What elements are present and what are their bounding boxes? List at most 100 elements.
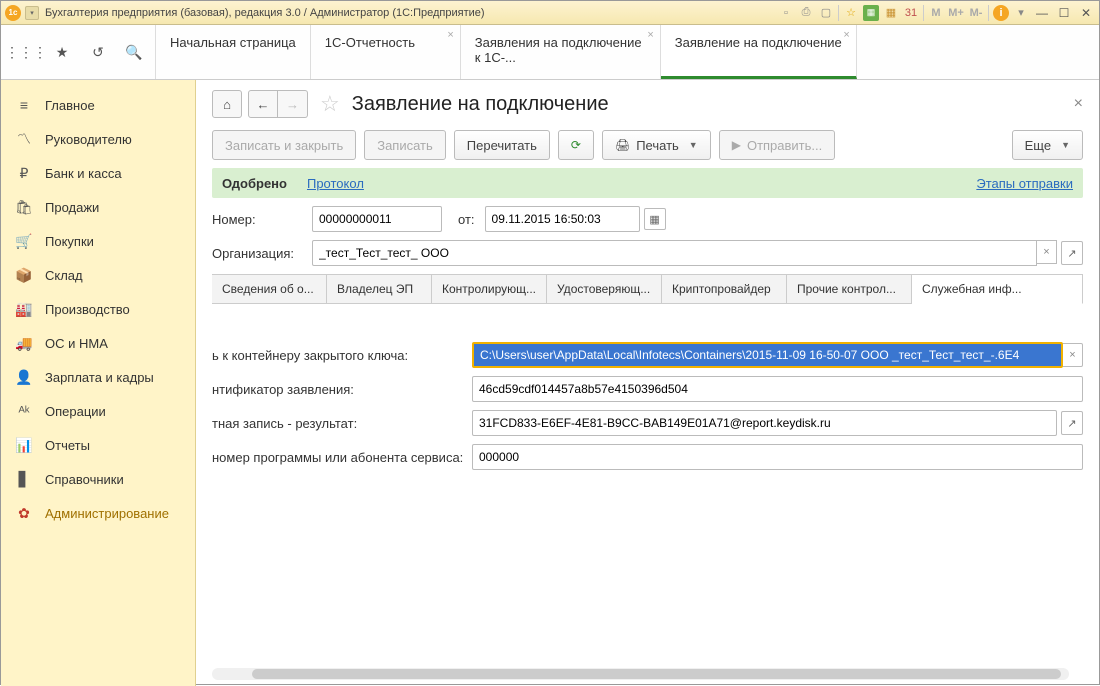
itab-owner[interactable]: Владелец ЭП [327, 275, 432, 303]
open-ref-icon[interactable]: ↗ [1061, 241, 1083, 265]
tab-label: 1С-Отчетность [325, 35, 415, 50]
tab-close-icon[interactable]: × [447, 29, 453, 41]
sidebar-item-warehouse[interactable]: 📦Склад [1, 258, 195, 292]
itab-label: Прочие контрол... [797, 282, 896, 296]
key-container-label: ь к контейнеру закрытого ключа: [212, 348, 472, 363]
prog-num-input[interactable] [472, 444, 1083, 470]
account-input[interactable] [472, 410, 1057, 436]
back-button[interactable]: ← [248, 90, 278, 118]
clear-icon[interactable]: × [1063, 343, 1083, 367]
sidebar-item-catalogs[interactable]: ▋Справочники [1, 462, 195, 496]
sidebar-label: Администрирование [45, 506, 169, 521]
tb-print-icon[interactable]: ⎙ [798, 5, 814, 21]
home-button[interactable]: ⌂ [212, 90, 242, 118]
forward-button[interactable]: → [278, 90, 308, 118]
tab-close-icon[interactable]: × [843, 29, 849, 41]
send-stages-link[interactable]: Этапы отправки [976, 176, 1073, 191]
sidebar-label: Продажи [45, 200, 99, 215]
window-maximize[interactable]: ☐ [1055, 6, 1073, 20]
sidebar-item-sales[interactable]: 🛍Продажи [1, 190, 195, 224]
scrollbar-thumb[interactable] [252, 669, 1061, 679]
window-minimize[interactable]: — [1033, 6, 1051, 20]
key-container-input[interactable] [472, 342, 1063, 368]
sidebar-item-admin[interactable]: ✿Администрирование [1, 496, 195, 530]
itab-other[interactable]: Прочие контрол... [787, 275, 912, 303]
from-label: от: [458, 212, 475, 227]
itab-cert[interactable]: Удостоверяющ... [547, 275, 662, 303]
sidebar-label: Руководителю [45, 132, 132, 147]
refresh-icon-button[interactable]: ⟳ [558, 130, 594, 160]
tb-memory-mminus[interactable]: M- [968, 5, 984, 21]
sidebar-label: Отчеты [45, 438, 90, 453]
quickbar: ⋮⋮⋮ ★ ↺ 🔍 [1, 25, 156, 79]
history-icon[interactable]: ↺ [89, 43, 107, 61]
page-close-button[interactable]: × [1074, 95, 1083, 113]
favorite-star-icon[interactable]: ☆ [320, 91, 340, 117]
org-input[interactable] [312, 240, 1037, 266]
itab-control[interactable]: Контролирующ... [432, 275, 547, 303]
send-button[interactable]: ▶Отправить... [719, 130, 836, 160]
sidebar-item-assets[interactable]: 🚚 ОС и НМА [1, 326, 195, 360]
tab-applications[interactable]: Заявления на подключение к 1С-... × [461, 25, 661, 79]
tb-doc-icon[interactable]: ▢ [818, 5, 834, 21]
reread-button[interactable]: Перечитать [454, 130, 550, 160]
chevron-down-icon: ▼ [1061, 140, 1070, 150]
calendar-icon[interactable]: ▦ [644, 208, 666, 230]
apps-icon[interactable]: ⋮⋮⋮ [17, 43, 35, 61]
tab-application[interactable]: Заявление на подключение × [661, 25, 857, 79]
tab-label: Начальная страница [170, 35, 296, 50]
protocol-link[interactable]: Протокол [307, 176, 364, 191]
tb-calendar-icon[interactable]: 31 [903, 5, 919, 21]
itab-label: Служебная инф... [922, 282, 1022, 296]
sidebar-item-purchases[interactable]: 🛒Покупки [1, 224, 195, 258]
book-icon: ▋ [15, 470, 33, 488]
sidebar-item-bank[interactable]: ₽Банк и касса [1, 156, 195, 190]
print-button[interactable]: 🖨Печать▼ [602, 130, 711, 160]
app-id-input[interactable] [472, 376, 1083, 402]
tb-info-icon[interactable]: i [993, 5, 1009, 21]
save-close-button[interactable]: Записать и закрыть [212, 130, 356, 160]
tb-memory-mplus[interactable]: M+ [948, 5, 964, 21]
window-close[interactable]: ✕ [1077, 6, 1095, 20]
tb-memory-m[interactable]: M [928, 5, 944, 21]
tb-info-drop-icon[interactable]: ▾ [1013, 5, 1029, 21]
date-input[interactable] [485, 206, 640, 232]
clear-icon[interactable]: × [1037, 240, 1057, 264]
tab-home[interactable]: Начальная страница [156, 25, 311, 79]
app-menu-dropdown[interactable]: ▾ [25, 6, 39, 20]
itab-service[interactable]: Служебная инф... [912, 275, 1083, 304]
itab-info[interactable]: Сведения об о... [212, 275, 327, 303]
sidebar-item-reports[interactable]: 📊Отчеты [1, 428, 195, 462]
number-input[interactable] [312, 206, 442, 232]
service-info-panel: ь к контейнеру закрытого ключа: × нтифик… [212, 304, 1083, 470]
btn-label: Записать и закрыть [225, 138, 343, 153]
sidebar-item-manager[interactable]: 〽Руководителю [1, 122, 195, 156]
tb-calc-icon[interactable]: ▦ [883, 5, 899, 21]
sidebar-item-operations[interactable]: ᴬᵏОперации [1, 394, 195, 428]
tab-close-icon[interactable]: × [647, 29, 653, 41]
more-button[interactable]: Еще▼ [1012, 130, 1083, 160]
app-id-label: нтификатор заявления: [212, 382, 472, 397]
star-icon[interactable]: ★ [53, 43, 71, 61]
tb-save-icon[interactable]: ▫ [778, 5, 794, 21]
btn-label: Перечитать [467, 138, 537, 153]
horizontal-scrollbar[interactable] [212, 668, 1069, 680]
save-button[interactable]: Записать [364, 130, 446, 160]
sidebar-item-main[interactable]: ≡Главное [1, 88, 195, 122]
truck-icon: 🚚 [15, 334, 33, 352]
printer-icon: 🖨 [615, 138, 630, 152]
search-icon[interactable]: 🔍 [125, 43, 143, 61]
sidebar-item-production[interactable]: 🏭Производство [1, 292, 195, 326]
tb-grid-icon[interactable]: ▦ [863, 5, 879, 21]
tab-reporting[interactable]: 1С-Отчетность × [311, 25, 461, 79]
sidebar-label: Склад [45, 268, 83, 283]
inner-tabs: Сведения об о... Владелец ЭП Контролирую… [212, 274, 1083, 304]
sidebar-label: ОС и НМА [45, 336, 108, 351]
chevron-down-icon: ▼ [689, 140, 698, 150]
open-ref-icon[interactable]: ↗ [1061, 411, 1083, 435]
sidebar-item-payroll[interactable]: 👤Зарплата и кадры [1, 360, 195, 394]
itab-crypto[interactable]: Криптопровайдер [662, 275, 787, 303]
send-icon: ▶ [732, 138, 741, 152]
sidebar-label: Зарплата и кадры [45, 370, 154, 385]
tb-favorite-icon[interactable]: ☆ [843, 5, 859, 21]
